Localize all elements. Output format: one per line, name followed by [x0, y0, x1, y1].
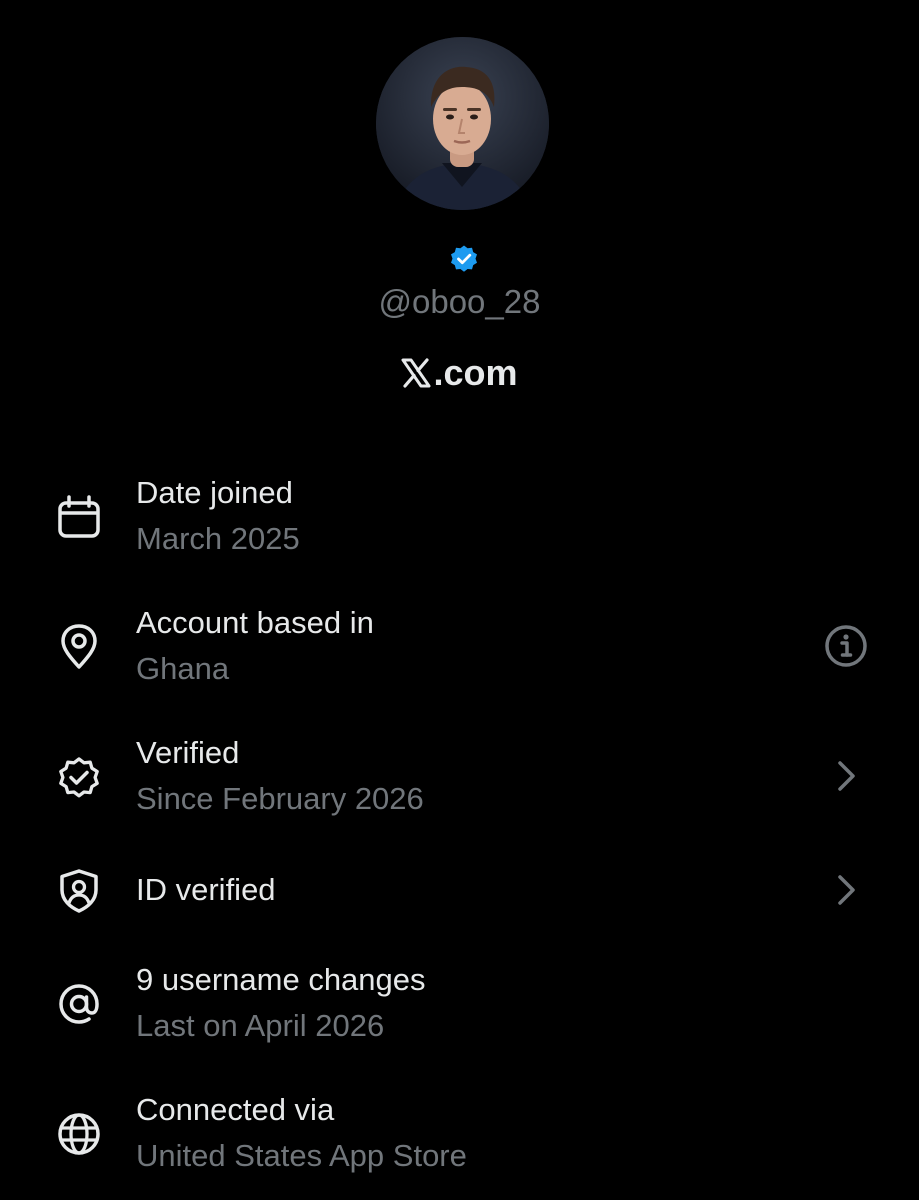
profile-handle: @oboo_28 [378, 283, 541, 320]
detail-subtitle: United States App Store [136, 1138, 467, 1173]
detail-subtitle: Ghana [136, 651, 230, 686]
chevron-right-icon[interactable] [822, 752, 870, 800]
detail-title: Connected via [136, 1092, 335, 1127]
chevron-right-icon[interactable] [822, 866, 870, 914]
detail-subtitle: March 2025 [136, 521, 300, 556]
site-label: .com [0, 352, 919, 397]
detail-subtitle: Last on April 2026 [136, 1008, 385, 1043]
detail-subtitle: Since February 2026 [136, 781, 424, 816]
detail-title: Account based in [136, 605, 374, 640]
detail-row-verified[interactable]: Verified Since February 2026 [0, 730, 919, 840]
info-icon[interactable] [822, 622, 870, 670]
detail-row-connected-via: Connected via United States App Store [0, 1087, 919, 1197]
at-sign-icon [56, 981, 102, 1027]
calendar-icon [56, 494, 102, 540]
site-domain: .com [433, 352, 518, 393]
detail-title: ID verified [136, 872, 276, 907]
detail-row-date-joined: Date joined March 2025 [0, 470, 919, 580]
verified-badge-icon [449, 244, 479, 274]
detail-title: 9 username changes [136, 962, 426, 997]
detail-row-id-verified[interactable]: ID verified [0, 860, 919, 970]
x-logo-icon [401, 355, 431, 397]
globe-icon [56, 1111, 102, 1157]
verified-check-icon [56, 754, 102, 800]
shield-person-icon [56, 868, 102, 914]
detail-title: Verified [136, 735, 240, 770]
detail-row-username-changes: 9 username changes Last on April 2026 [0, 957, 919, 1067]
detail-row-account-based-in: Account based in Ghana [0, 600, 919, 710]
location-pin-icon [56, 624, 102, 670]
detail-title: Date joined [136, 475, 293, 510]
profile-avatar[interactable] [376, 37, 549, 210]
